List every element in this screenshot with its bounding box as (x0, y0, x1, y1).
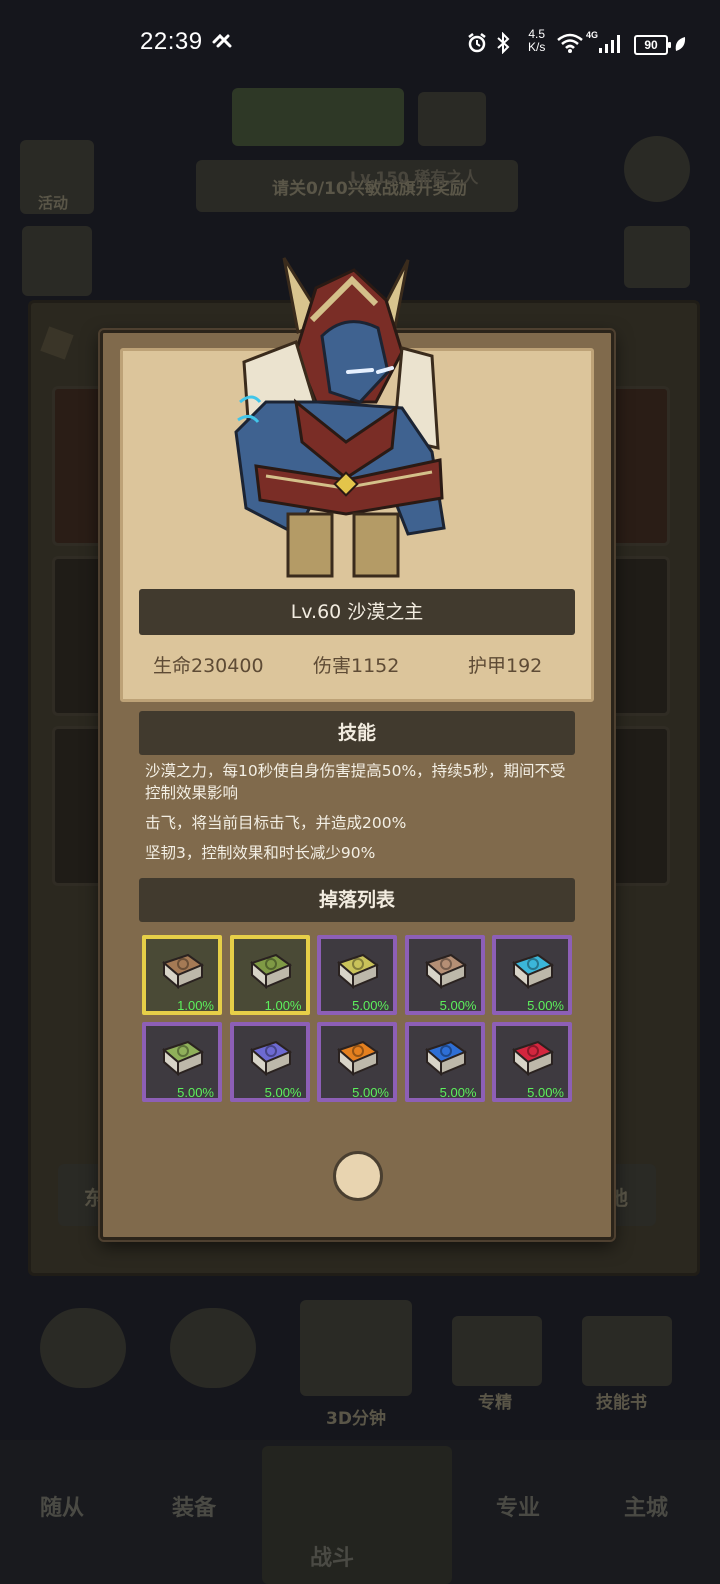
bg-action-4 (582, 1316, 672, 1386)
status-time: 22:39 (140, 28, 203, 55)
drop-rate: 5.00% (177, 1085, 214, 1100)
skill-book-icon (424, 953, 467, 990)
drop-item[interactable]: 5.00% (317, 1022, 397, 1102)
skill-book-icon (512, 953, 555, 990)
boss-title: Lv.60 沙漠之主 (139, 589, 575, 635)
bluetooth-icon (497, 32, 510, 54)
wifi-icon (557, 33, 583, 53)
bg-rank-icon (22, 226, 92, 296)
close-button[interactable] (333, 1151, 383, 1201)
network-speed: 4.5 K/s (528, 28, 545, 54)
status-bar: 22:39 4.5 K/s 4G 90 (0, 0, 720, 90)
network-type: 4G (586, 30, 599, 40)
bg-settings-icon (624, 136, 690, 202)
bg-refresh-button (418, 92, 486, 146)
drop-item[interactable]: 5.00% (404, 935, 485, 1015)
leaf-icon (675, 37, 686, 51)
bg-book-icon (624, 226, 690, 288)
skill-book-icon (424, 1040, 467, 1077)
drops-header: 掉落列表 (139, 878, 575, 922)
drop-list-grid: 1.00% 1.00% 5.00% 5.00% 5.00% 5.00% 5.00% 5.00%… (142, 935, 574, 1105)
drop-rate: 5.00% (352, 998, 389, 1013)
skill-book-icon (337, 953, 380, 990)
drop-rate: 5.00% (439, 1085, 477, 1100)
bg-action-2 (170, 1308, 256, 1388)
skill-line-3: 坚韧3，控制效果和时长减少90% (145, 844, 376, 862)
skill-book-icon (249, 1040, 292, 1077)
drop-item[interactable]: 1.00% (142, 935, 222, 1015)
skill-line-2: 击飞，将当前目标击飞，并造成200% (145, 814, 407, 832)
skill-book-icon (162, 953, 205, 990)
bg-action-1 (40, 1308, 126, 1388)
drop-rate: 1.00% (264, 998, 302, 1013)
bg-side-left: 东 (58, 1164, 104, 1226)
boss-portrait (234, 257, 446, 578)
boss-armor: 护甲192 (468, 655, 543, 677)
drop-rate: 1.00% (177, 998, 214, 1013)
signal-icon (599, 35, 620, 53)
alarm-icon (468, 33, 486, 53)
battery-indicator: 90 (634, 35, 671, 55)
skill-book-icon (512, 1040, 555, 1077)
skills-header: 技能 (139, 711, 575, 755)
drop-rate: 5.00% (527, 998, 564, 1013)
drop-rate: 5.00% (352, 1085, 389, 1100)
skill-book-icon (337, 1040, 380, 1077)
bg-green-button (232, 88, 404, 146)
drop-rate: 5.00% (527, 1085, 564, 1100)
boss-damage: 伤害1152 (313, 655, 400, 677)
drop-item[interactable]: 5.00% (492, 1022, 572, 1102)
bg-level-hint: Lv.150 稀有之人 (350, 168, 479, 187)
bg-nav-battle (262, 1446, 452, 1584)
boss-hp: 生命230400 (153, 655, 264, 677)
speed-unit: K/s (528, 40, 546, 54)
drop-item[interactable]: 5.00% (229, 1022, 310, 1102)
skill-book-icon (162, 1040, 205, 1077)
skill-line-1: 沙漠之力，每10秒使自身伤害提高50%，持续5秒，期间不受控制效果影响 (145, 762, 566, 802)
bg-action-3 (452, 1316, 542, 1386)
drop-item[interactable]: 5.00% (142, 1022, 222, 1102)
drop-rate: 5.00% (264, 1085, 302, 1100)
skill-book-icon (249, 953, 292, 990)
drop-item[interactable]: 5.00% (492, 935, 572, 1015)
bg-action-center (300, 1300, 412, 1396)
drop-item[interactable]: 5.00% (317, 935, 397, 1015)
drop-rate: 5.00% (439, 998, 477, 1013)
bg-side-right: 地 (608, 1164, 656, 1226)
drop-item[interactable]: 5.00% (404, 1022, 485, 1102)
heart-pulse-icon (212, 34, 232, 48)
drop-item[interactable]: 1.00% (229, 935, 310, 1015)
